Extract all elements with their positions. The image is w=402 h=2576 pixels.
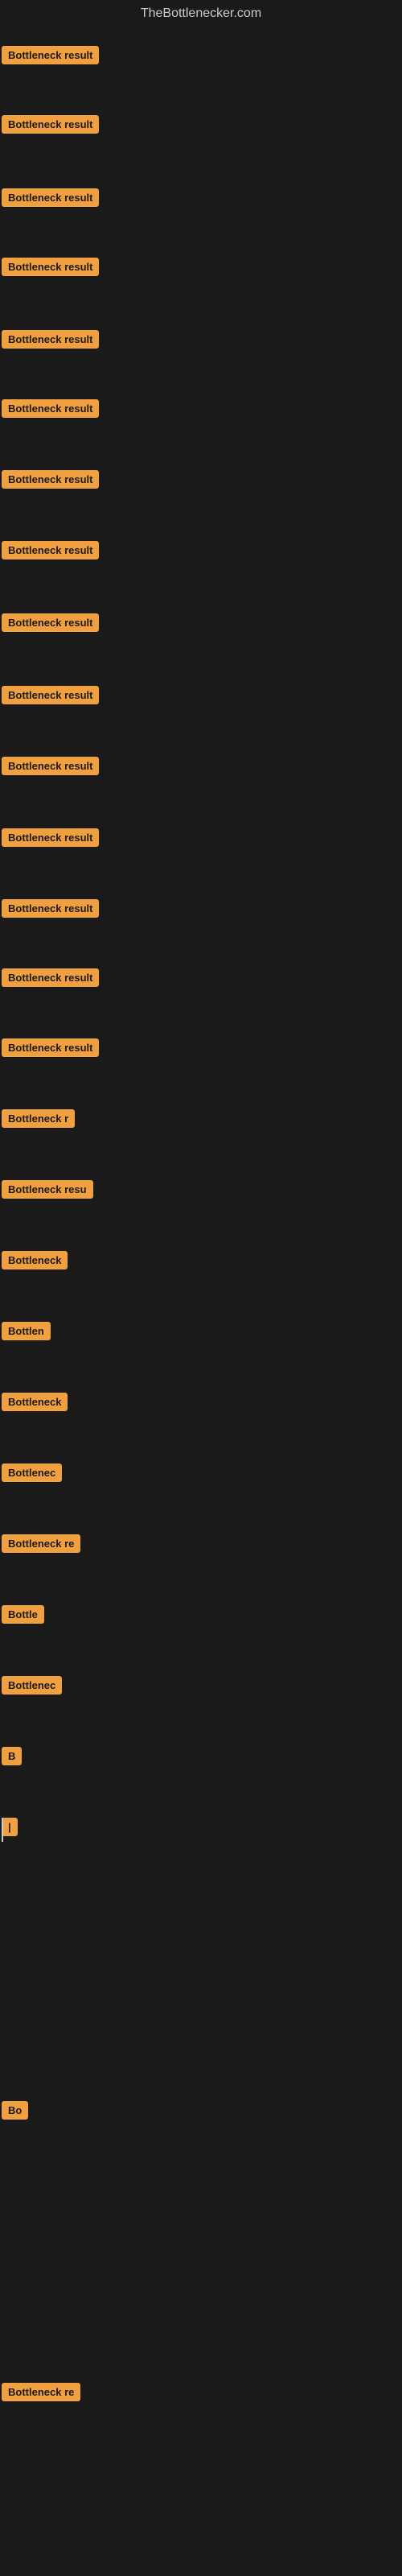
bottleneck-label[interactable]: Bottleneck result xyxy=(2,757,99,775)
bottleneck-label[interactable]: Bottleneck result xyxy=(2,613,99,632)
bottleneck-label[interactable]: Bottleneck xyxy=(2,1251,68,1269)
bottleneck-label[interactable]: Bottleneck r xyxy=(2,1109,75,1128)
bottleneck-label[interactable]: Bottleneck result xyxy=(2,899,99,918)
bottleneck-label[interactable]: Bottleneck result xyxy=(2,686,99,704)
bottleneck-label[interactable]: Bottleneck result xyxy=(2,46,99,64)
bottleneck-label[interactable]: Bottleneck re xyxy=(2,1534,80,1553)
site-title: TheBottlenecker.com xyxy=(0,0,402,27)
bottleneck-label[interactable]: Bo xyxy=(2,2101,28,2120)
bottleneck-label[interactable]: Bottleneck result xyxy=(2,188,99,207)
bottleneck-label[interactable]: Bottle xyxy=(2,1605,44,1624)
bottleneck-label[interactable]: Bottleneck result xyxy=(2,1038,99,1057)
cursor-indicator xyxy=(2,1818,3,1842)
bottleneck-label[interactable]: B xyxy=(2,1747,22,1765)
bottleneck-label[interactable]: | xyxy=(2,1818,18,1836)
bottleneck-label[interactable]: Bottleneck result xyxy=(2,399,99,418)
bottleneck-label[interactable]: Bottlen xyxy=(2,1322,51,1340)
bottleneck-label[interactable]: Bottleneck result xyxy=(2,258,99,276)
bottleneck-label[interactable]: Bottleneck result xyxy=(2,968,99,987)
bottleneck-label[interactable]: Bottleneck result xyxy=(2,115,99,134)
bottleneck-label[interactable]: Bottlenec xyxy=(2,1463,62,1482)
bottleneck-label[interactable]: Bottleneck result xyxy=(2,330,99,349)
bottleneck-label[interactable]: Bottleneck result xyxy=(2,470,99,489)
bottleneck-label[interactable]: Bottleneck result xyxy=(2,541,99,559)
bottleneck-label[interactable]: Bottlenec xyxy=(2,1676,62,1695)
bottleneck-label[interactable]: Bottleneck xyxy=(2,1393,68,1411)
bottleneck-label[interactable]: Bottleneck re xyxy=(2,2383,80,2401)
bottleneck-label[interactable]: Bottleneck result xyxy=(2,828,99,847)
bottleneck-label[interactable]: Bottleneck resu xyxy=(2,1180,93,1199)
